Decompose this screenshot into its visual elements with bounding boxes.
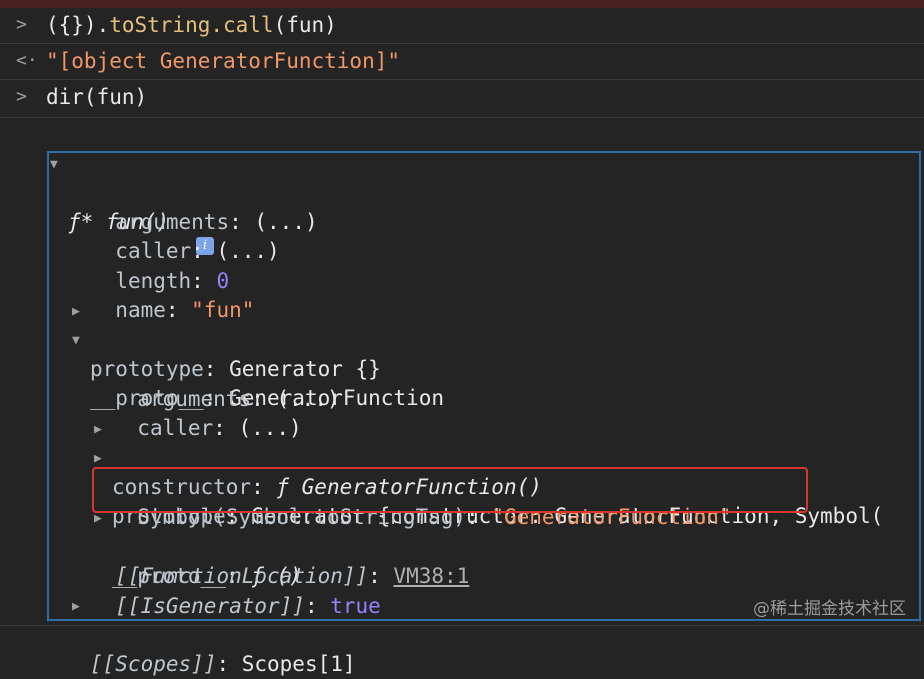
tree-row[interactable]: ▶ [[Scopes]]: Scopes[1] — [72, 592, 356, 676]
console-input-text[interactable]: dir(fun) — [46, 85, 147, 109]
input-prompt-icon: > — [16, 86, 27, 107]
tree-row[interactable]: caller: (...) — [112, 385, 301, 440]
console-input-text[interactable]: ({}).toString.call(fun) — [46, 13, 337, 37]
tree-row[interactable]: ▶ constructor: ƒ GeneratorFunction() — [94, 415, 542, 499]
tree-row[interactable]: ▶ prototype: Generator {} — [72, 297, 381, 381]
watermark: @稀土掘金技术社区 — [753, 599, 906, 619]
input-prompt-icon: > — [16, 14, 27, 35]
annotation-red-box — [92, 467, 808, 513]
tree-row[interactable]: caller: (...) — [90, 208, 279, 263]
console-result-line: <· "[object GeneratorFunction]" — [0, 44, 924, 80]
console-result-value: "[object GeneratorFunction]" — [46, 49, 401, 73]
tree-row[interactable]: ▼ __proto__: GeneratorFunction — [72, 326, 444, 410]
tree-row[interactable]: arguments: (...) — [90, 179, 317, 234]
tree-row[interactable]: [[FunctionLocation]]: VM38:1 — [90, 533, 469, 588]
result-prompt-icon: <· — [16, 50, 38, 71]
collapsed-triangle-icon[interactable]: ▶ — [72, 297, 80, 326]
source-link[interactable]: VM38:1 — [393, 564, 469, 588]
tree-row[interactable]: arguments: (...) — [112, 356, 339, 411]
tree-row[interactable]: length: 0 — [90, 238, 229, 293]
collapsed-triangle-icon[interactable]: ▶ — [72, 592, 80, 621]
expanded-triangle-icon[interactable]: ▼ — [50, 150, 58, 179]
previous-error-line — [0, 0, 924, 8]
tree-root-row[interactable]: ▼ ƒ* fun() i — [50, 150, 214, 255]
console-divider — [0, 625, 924, 639]
collapsed-triangle-icon[interactable]: ▶ — [94, 415, 102, 444]
tree-row[interactable]: name: "fun" — [90, 267, 254, 322]
tree-row[interactable]: [[IsGenerator]]: true — [90, 563, 381, 618]
expanded-triangle-icon[interactable]: ▼ — [72, 326, 80, 355]
console-input-line-dir: > dir(fun) — [0, 80, 924, 118]
console-input-line: > ({}).toString.call(fun) — [0, 8, 924, 44]
